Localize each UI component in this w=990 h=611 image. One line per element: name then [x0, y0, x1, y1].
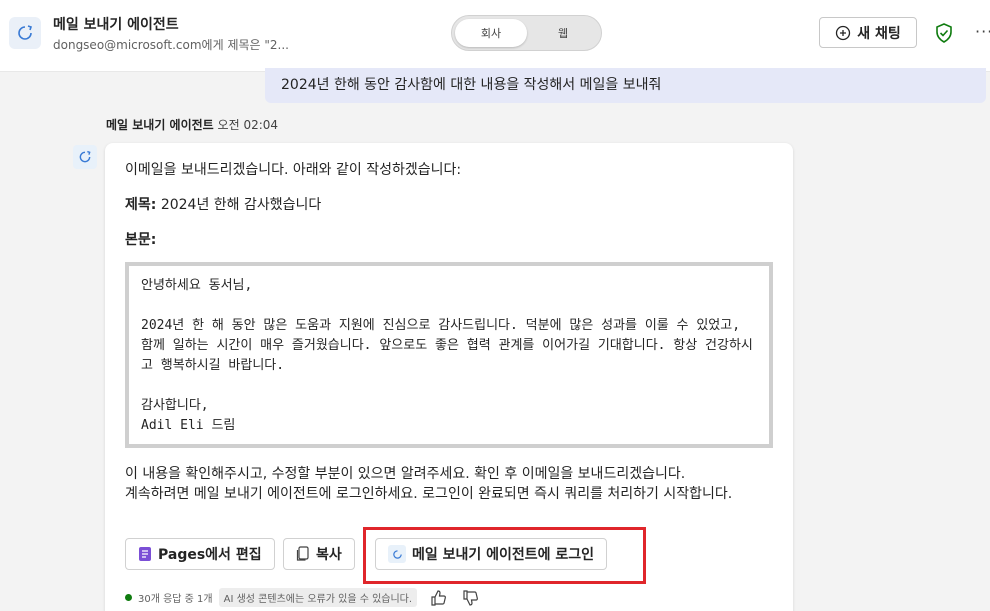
bot-name: 메일 보내기 에이전트: [106, 118, 214, 132]
pages-icon: [139, 547, 151, 561]
agent-subtitle: dongseo@microsoft.com에게 제목은 "2...: [53, 38, 289, 52]
new-chat-button[interactable]: 새 채팅: [819, 17, 917, 48]
subject-line: 제목: 2024년 한해 감사했습니다: [125, 194, 321, 214]
edit-in-pages-label: Pages에서 편집: [158, 547, 262, 563]
ai-notice-badge: AI 생성 콘텐츠에는 오류가 있을 수 있습니다.: [218, 588, 418, 607]
shield-check-icon[interactable]: [933, 22, 955, 44]
new-chat-label: 새 채팅: [857, 25, 901, 42]
copy-icon: [296, 546, 309, 561]
toggle-web[interactable]: 웹: [527, 19, 599, 47]
email-signature: Adil Eli 드림: [141, 418, 236, 433]
response-footer: 30개 응답 중 1개 AI 생성 콘텐츠에는 오류가 있을 수 있습니다.: [125, 588, 479, 607]
agent-title: 메일 보내기 에이전트: [53, 17, 179, 33]
copy-label: 복사: [316, 547, 342, 563]
body-label: 본문:: [125, 232, 157, 248]
email-greeting: 안녕하세요 동서님,: [141, 278, 253, 293]
more-options-icon[interactable]: ···: [975, 22, 990, 41]
agent-icon: [9, 17, 41, 49]
header-bar: 메일 보내기 에이전트 dongseo@microsoft.com에게 제목은 …: [0, 0, 990, 72]
response-count: 30개 응답 중 1개: [138, 594, 213, 605]
login-prompt-text: 계속하려면 메일 보내기 에이전트에 로그인하세요. 로그인이 완료되면 즉시 …: [125, 486, 733, 502]
bot-intro-text: 이메일을 보내드리겠습니다. 아래와 같이 작성하겠습니다:: [125, 162, 462, 178]
thumbs-up-icon[interactable]: [429, 589, 447, 607]
status-dot-icon: [125, 594, 132, 601]
subject-label: 제목:: [125, 197, 157, 213]
bot-meta: 메일 보내기 에이전트 오전 02:04: [106, 116, 278, 133]
add-chat-icon: [836, 25, 851, 40]
bot-avatar-icon: [73, 145, 97, 169]
bot-timestamp: 오전 02:04: [217, 118, 279, 132]
thumbs-down-icon[interactable]: [461, 589, 479, 607]
copy-button[interactable]: 복사: [283, 538, 355, 570]
confirm-text: 이 내용을 확인해주시고, 수정할 부분이 있으면 알려주세요. 확인 후 이메…: [125, 466, 686, 482]
edit-in-pages-button[interactable]: Pages에서 편집: [125, 538, 275, 570]
toggle-work[interactable]: 회사: [455, 19, 527, 47]
email-body-box: 안녕하세요 동서님, 2024년 한 해 동안 많은 도움과 지원에 진심으로 …: [125, 262, 773, 448]
email-paragraph: 2024년 한 해 동안 많은 도움과 지원에 진심으로 감사드립니다. 덕분에…: [141, 318, 753, 373]
subject-value: 2024년 한해 감사했습니다: [160, 197, 322, 213]
work-web-toggle[interactable]: 회사 웹: [451, 15, 602, 51]
highlight-box: [363, 527, 646, 584]
user-message: 2024년 한해 동안 감사함에 대한 내용을 작성해서 메일을 보내줘: [265, 68, 986, 103]
email-closing: 감사합니다,: [141, 398, 209, 413]
